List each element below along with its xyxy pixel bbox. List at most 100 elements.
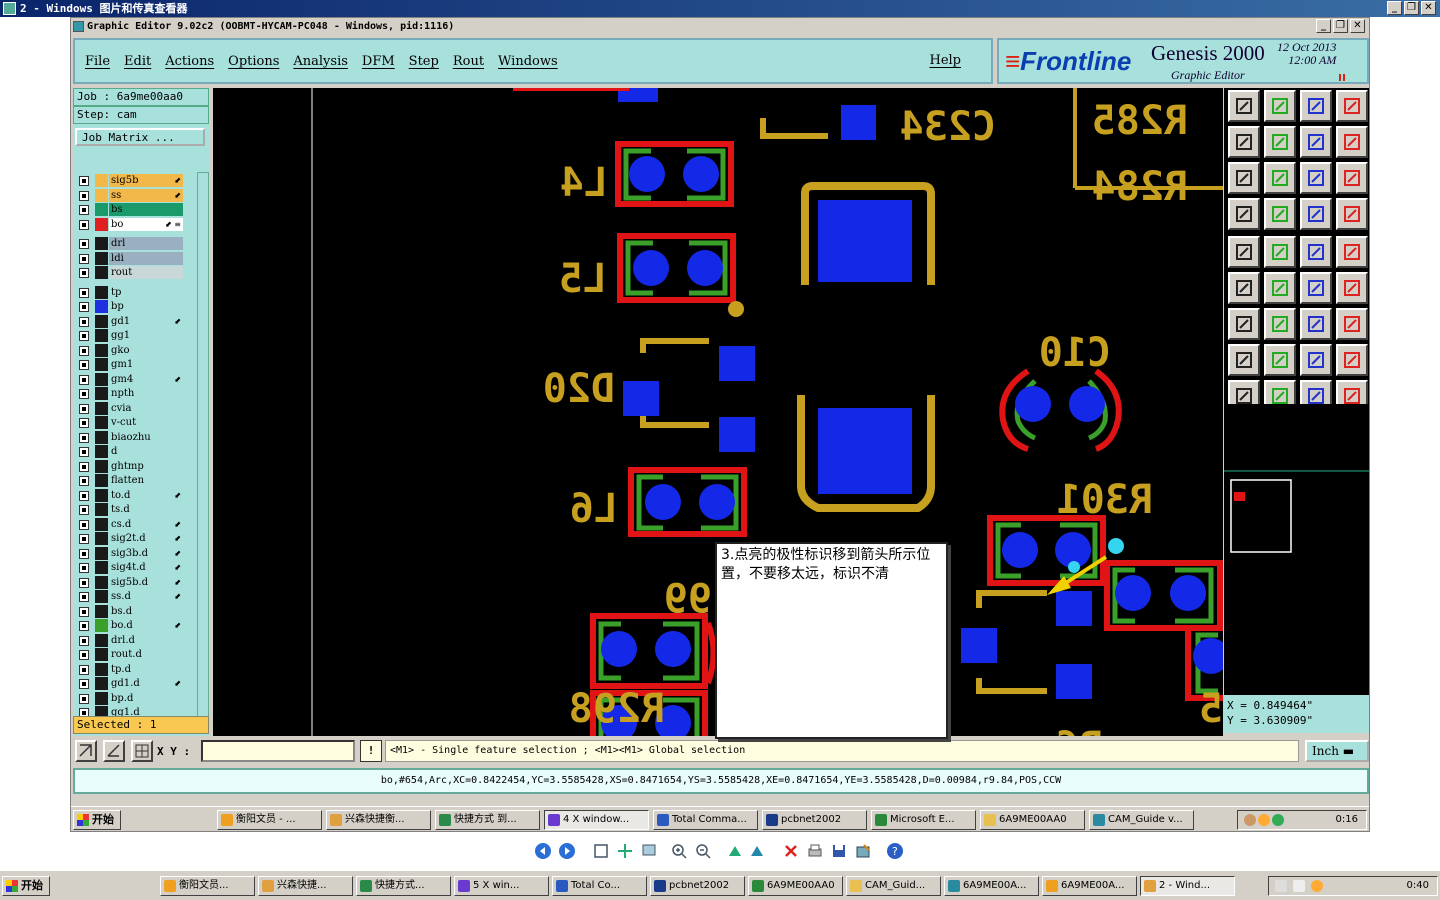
mirror-icon[interactable] (1300, 126, 1332, 158)
outer-close-button[interactable]: ✕ (1421, 1, 1436, 15)
zoom-in-icon[interactable] (670, 842, 688, 860)
save-icon[interactable] (830, 842, 848, 860)
layer-row-rout[interactable]: rout (77, 266, 183, 279)
line-edit-icon[interactable] (1264, 308, 1296, 340)
layer-color-swatch[interactable] (95, 633, 108, 647)
layer-row-bo.d[interactable]: bo.d ⬋ (77, 619, 183, 632)
scale-1to1-icon[interactable] (1300, 162, 1332, 194)
layer-row-v-cut[interactable]: v-cut (77, 416, 183, 429)
layer-checkbox[interactable] (79, 519, 89, 530)
taskbar-item[interactable]: pcbnet2002 (762, 810, 867, 830)
print-icon[interactable] (806, 842, 824, 860)
delete-feature-icon[interactable] (1264, 272, 1296, 304)
layer-checkbox[interactable] (79, 190, 89, 201)
layer-row-gko[interactable]: gko (77, 343, 183, 357)
units-select[interactable]: Inch ▬ (1305, 740, 1369, 762)
layer-checkbox[interactable] (79, 476, 89, 486)
line-end-icon[interactable] (1264, 344, 1296, 376)
layer-color-swatch[interactable] (95, 575, 108, 589)
menu-edit[interactable]: Edit (124, 54, 151, 69)
split-window-icon[interactable] (1336, 90, 1368, 122)
menu-analysis[interactable]: Analysis (293, 54, 348, 69)
redo-icon[interactable] (1264, 126, 1296, 158)
layer-color-swatch[interactable] (95, 517, 108, 531)
next-image-icon[interactable] (558, 842, 576, 860)
layer-name[interactable]: sig5b.d ⬋ (109, 575, 183, 589)
taskbar-item[interactable]: CAM_Guid... (846, 876, 941, 896)
grid-icon[interactable] (131, 740, 153, 762)
layer-row-ss[interactable]: ss ⬋ (77, 188, 183, 202)
menu-options[interactable]: Options (228, 54, 279, 69)
layer-checkbox[interactable] (79, 606, 89, 617)
layer-row-sig5b[interactable]: sig5b ⬋ (77, 174, 183, 187)
layer-checkbox[interactable] (79, 287, 89, 298)
layer-color-swatch[interactable] (95, 561, 108, 574)
layer-checkbox[interactable] (79, 205, 89, 215)
layer-row-npth[interactable]: npth (77, 387, 183, 400)
layer-name[interactable]: bp.d (109, 691, 183, 705)
connect-icon[interactable] (1300, 272, 1332, 304)
layer-checkbox[interactable] (79, 374, 89, 385)
layer-checkbox[interactable] (79, 592, 89, 602)
layer-name[interactable]: gg1 (109, 329, 183, 342)
layer-checkbox[interactable] (79, 418, 89, 428)
layer-name[interactable]: bs (109, 203, 183, 216)
layer-name[interactable]: ldi (109, 251, 183, 265)
menu-help[interactable]: Help (929, 53, 961, 68)
taskbar-item[interactable]: pcbnet2002 (650, 876, 745, 896)
layer-row-ss.d[interactable]: ss.d ⬋ (77, 590, 183, 603)
layer-color-swatch[interactable] (95, 266, 108, 279)
layer-checkbox[interactable] (79, 490, 89, 501)
taskbar-item[interactable]: 衡阳文员 - ... (217, 810, 322, 830)
pattern-icon[interactable] (1336, 126, 1368, 158)
layer-checkbox[interactable] (79, 389, 89, 399)
add-pad-icon[interactable] (1228, 236, 1260, 268)
layer-color-swatch[interactable] (95, 416, 108, 429)
layer-color-swatch[interactable] (95, 459, 108, 473)
taskbar-item[interactable]: 快捷方式 到... (435, 810, 540, 830)
layer-row-gd1.d[interactable]: gd1.d ⬋ (77, 677, 183, 690)
move-node-icon[interactable] (1336, 272, 1368, 304)
grid-toggle-icon[interactable] (1264, 198, 1296, 230)
layer-row-cvia[interactable]: cvia (77, 401, 183, 415)
layer-name[interactable]: biaozhu (109, 430, 183, 444)
overview-minimap[interactable] (1224, 404, 1369, 644)
taskbar-item[interactable]: 4 X window... (544, 810, 649, 830)
app-restore-button[interactable]: ❐ (1333, 19, 1348, 33)
zoom-area-icon[interactable] (75, 740, 97, 762)
taskbar-item[interactable]: CAM_Guide v... (1089, 810, 1194, 830)
layer-checkbox[interactable] (79, 548, 89, 559)
layer-row-sig4t.d[interactable]: sig4t.d ⬋ (77, 561, 183, 574)
layer-checkbox[interactable] (79, 664, 89, 675)
layer-row-drl.d[interactable]: drl.d (77, 633, 183, 647)
layer-color-swatch[interactable] (95, 604, 108, 618)
taskbar-item[interactable]: 6A9ME00AA0 (748, 876, 843, 896)
layer-name[interactable]: cs.d ⬋ (109, 517, 183, 531)
layer-color-swatch[interactable] (95, 677, 108, 690)
layer-checkbox[interactable] (79, 650, 89, 660)
taskbar-item[interactable]: 5 X win... (454, 876, 549, 896)
pan-icon[interactable] (1264, 162, 1296, 194)
layer-name[interactable]: d (109, 445, 183, 458)
layer-name[interactable]: v-cut (109, 416, 183, 429)
inner-start-button[interactable]: 开始 (73, 810, 121, 830)
layer-checkbox[interactable] (79, 345, 89, 356)
layer-color-swatch[interactable] (95, 343, 108, 357)
query-icon[interactable] (1336, 162, 1368, 194)
menu-rout[interactable]: Rout (453, 54, 484, 69)
layer-color-swatch[interactable] (95, 217, 108, 231)
layer-color-swatch[interactable] (95, 648, 108, 661)
layer-name[interactable]: gd1 ⬋ (109, 314, 183, 328)
layer-color-swatch[interactable] (95, 387, 108, 400)
snap-icon[interactable] (1228, 198, 1260, 230)
layer-row-sig5b.d[interactable]: sig5b.d ⬋ (77, 575, 183, 589)
layer-color-swatch[interactable] (95, 503, 108, 516)
net-select-icon[interactable] (1300, 198, 1332, 230)
layer-checkbox[interactable] (79, 176, 89, 186)
layer-row-sig2t.d[interactable]: sig2t.d ⬋ (77, 532, 183, 545)
layer-row-gm4[interactable]: gm4 ⬋ (77, 372, 183, 386)
layer-row-bs[interactable]: bs (77, 203, 183, 216)
layer-color-swatch[interactable] (95, 237, 108, 250)
layer-color-swatch[interactable] (95, 251, 108, 265)
layer-name[interactable]: gd1.d ⬋ (109, 677, 183, 690)
